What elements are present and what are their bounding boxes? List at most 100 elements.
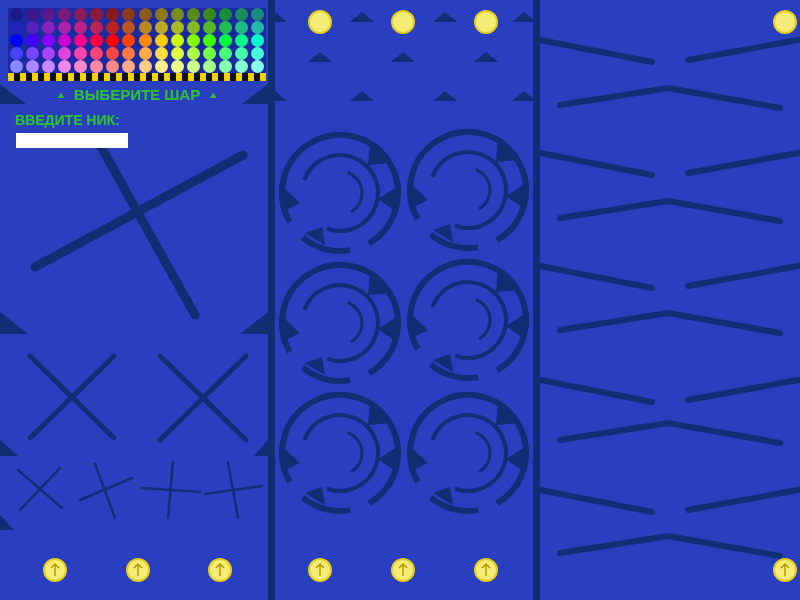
cross-obstacles: [30, 356, 246, 440]
palette-ball[interactable]: [169, 60, 185, 73]
palette-ball[interactable]: [56, 21, 72, 34]
palette-ball[interactable]: [250, 60, 266, 73]
palette-ball[interactable]: [250, 34, 266, 47]
palette-ball[interactable]: [40, 47, 56, 60]
palette-ball[interactable]: [137, 47, 153, 60]
palette-ball[interactable]: [121, 47, 137, 60]
palette-ball[interactable]: [8, 34, 24, 47]
palette-ball[interactable]: [121, 21, 137, 34]
palette-ball[interactable]: [137, 8, 153, 21]
palette-ball[interactable]: [73, 47, 89, 60]
palette-ball[interactable]: [250, 21, 266, 34]
palette-ball[interactable]: [218, 47, 234, 60]
palette-ball[interactable]: [56, 8, 72, 21]
palette-ball[interactable]: [105, 60, 121, 73]
nickname-input[interactable]: [16, 133, 128, 148]
middle-track: [275, 0, 533, 600]
palette-ball[interactable]: [8, 21, 24, 34]
palette-ball[interactable]: [24, 60, 40, 73]
palette-ball[interactable]: [169, 47, 185, 60]
palette-ball[interactable]: [185, 47, 201, 60]
palette-ball[interactable]: [234, 47, 250, 60]
palette-ball[interactable]: [121, 34, 137, 47]
palette-ball[interactable]: [234, 60, 250, 73]
palette-ball[interactable]: [40, 34, 56, 47]
palette-ball[interactable]: [105, 8, 121, 21]
palette-ball[interactable]: [218, 60, 234, 73]
palette-ball[interactable]: [121, 8, 137, 21]
palette-ball[interactable]: [153, 21, 169, 34]
palette-ball[interactable]: [24, 21, 40, 34]
palette-ball[interactable]: [169, 8, 185, 21]
nickname-label: ВВЕДИТЕ НИК:: [8, 111, 266, 129]
palette-ball[interactable]: [89, 21, 105, 34]
palette-ball[interactable]: [89, 8, 105, 21]
small-cross-obstacles: [18, 462, 262, 518]
launch-bumper-icon: [127, 559, 149, 581]
palette-ball[interactable]: [137, 60, 153, 73]
right-track-obstacles: [540, 0, 800, 600]
palette-ball[interactable]: [40, 60, 56, 73]
palette-ball[interactable]: [250, 47, 266, 60]
palette-ball[interactable]: [234, 21, 250, 34]
peg-triangles: [275, 12, 533, 101]
palette-ball[interactable]: [218, 34, 234, 47]
palette-ball[interactable]: [250, 8, 266, 21]
palette-ball[interactable]: [234, 34, 250, 47]
ball-picker: ▲ВЫБЕРИТЕ ШАР▲ВВЕДИТЕ НИК:: [0, 0, 268, 148]
palette-ball[interactable]: [185, 8, 201, 21]
palette-ball[interactable]: [169, 21, 185, 34]
palette-ball[interactable]: [121, 60, 137, 73]
palette-ball[interactable]: [137, 34, 153, 47]
palette-ball[interactable]: [202, 47, 218, 60]
palette-ball[interactable]: [153, 34, 169, 47]
launch-bumper-icon: [475, 559, 497, 581]
palette-ball[interactable]: [105, 34, 121, 47]
palette-ball[interactable]: [8, 47, 24, 60]
palette-ball[interactable]: [169, 34, 185, 47]
palette-ball[interactable]: [8, 8, 24, 21]
palette-ball[interactable]: [73, 60, 89, 73]
ring-obstacle: [410, 132, 526, 248]
palette-ball[interactable]: [202, 8, 218, 21]
palette-ball[interactable]: [89, 60, 105, 73]
ring-obstacle: [282, 395, 398, 511]
palette-ball[interactable]: [202, 21, 218, 34]
palette-ball[interactable]: [56, 47, 72, 60]
palette-ball[interactable]: [40, 8, 56, 21]
palette-ball[interactable]: [234, 8, 250, 21]
big-cross-obstacle: [35, 145, 243, 315]
palette-ball[interactable]: [137, 21, 153, 34]
palette-ball[interactable]: [89, 34, 105, 47]
palette-ball[interactable]: [153, 47, 169, 60]
column-divider: [268, 0, 275, 600]
palette-ball[interactable]: [8, 60, 24, 73]
palette-ball[interactable]: [185, 60, 201, 73]
palette-ball[interactable]: [24, 47, 40, 60]
palette-ball[interactable]: [56, 34, 72, 47]
wall-triangles: [0, 84, 268, 530]
palette-ball[interactable]: [153, 8, 169, 21]
palette-ball[interactable]: [105, 47, 121, 60]
palette-ball[interactable]: [89, 47, 105, 60]
palette-ball[interactable]: [153, 60, 169, 73]
palette-ball[interactable]: [24, 34, 40, 47]
up-arrow-icon: ▲: [56, 85, 66, 105]
ring-obstacle: [282, 265, 398, 381]
palette-ball[interactable]: [73, 8, 89, 21]
palette-ball[interactable]: [218, 21, 234, 34]
palette-ball[interactable]: [202, 34, 218, 47]
launch-bumper-icon: [44, 559, 66, 581]
palette-ball[interactable]: [185, 21, 201, 34]
ball-palette: [8, 8, 266, 73]
column-divider: [533, 0, 540, 600]
palette-ball[interactable]: [105, 21, 121, 34]
palette-ball[interactable]: [185, 34, 201, 47]
palette-ball[interactable]: [218, 8, 234, 21]
palette-ball[interactable]: [73, 34, 89, 47]
palette-ball[interactable]: [24, 8, 40, 21]
palette-ball[interactable]: [73, 21, 89, 34]
palette-ball[interactable]: [40, 21, 56, 34]
palette-ball[interactable]: [202, 60, 218, 73]
palette-ball[interactable]: [56, 60, 72, 73]
